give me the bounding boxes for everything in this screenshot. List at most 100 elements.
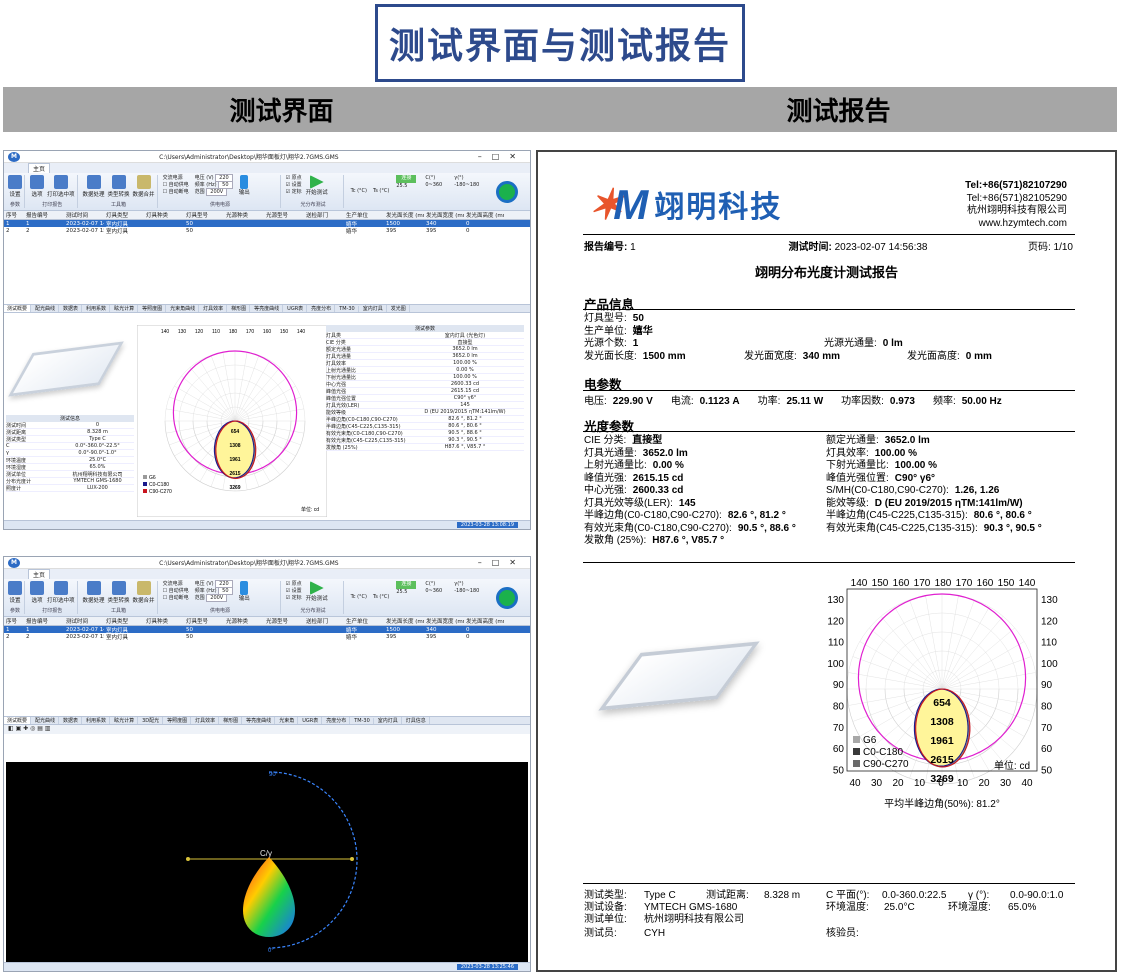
table-row[interactable]: 112023-02-07 14:56:38室内灯具50嬉华15003400 bbox=[4, 220, 530, 228]
view-toolbar[interactable]: ◧ ▣ ✚ ◎ ▤ ▥ bbox=[4, 725, 530, 734]
column-header[interactable]: 灯具型号 bbox=[184, 211, 224, 219]
setup-checkbox[interactable]: ☑ 设置 bbox=[286, 182, 302, 189]
settings-button[interactable]: 设置 bbox=[8, 175, 22, 198]
tab-home[interactable]: 主页 bbox=[28, 162, 51, 174]
range-input-2[interactable]: 200V bbox=[206, 594, 228, 602]
origin-checkbox[interactable]: ☑ 原点 bbox=[286, 175, 302, 182]
print-selected-button[interactable]: 打印选中项 bbox=[47, 175, 75, 198]
column-header[interactable]: 发光面高度 (mm) bbox=[464, 617, 504, 625]
column-header[interactable]: 光源种类 bbox=[224, 617, 264, 625]
print-selected-button-2[interactable]: 打印选中项 bbox=[47, 581, 75, 604]
result-tab[interactable]: 光束角 bbox=[276, 717, 299, 724]
result-tab[interactable]: 等照度图 bbox=[139, 305, 167, 312]
type-convert-button[interactable]: 类型转换 bbox=[108, 175, 130, 198]
output-button[interactable]: 输出 bbox=[239, 175, 250, 197]
column-header[interactable]: 送检部门 bbox=[304, 211, 344, 219]
column-header[interactable]: 光源种类 bbox=[224, 211, 264, 219]
start-test-button[interactable]: 开始测试 bbox=[306, 175, 328, 197]
data-merge-button[interactable]: 数据合并 bbox=[133, 175, 155, 198]
column-header[interactable]: 送检部门 bbox=[304, 617, 344, 625]
result-tab[interactable]: 灯具信息 bbox=[403, 717, 430, 724]
table-row[interactable]: 112023-02-07 14:56:38室内灯具50嬉华15003400 bbox=[4, 626, 530, 634]
result-tab[interactable]: 眩光计算 bbox=[111, 305, 139, 312]
auto-off-checkbox-2[interactable]: ☐ 自动断电 bbox=[163, 595, 189, 602]
window-controls[interactable]: –□✕ bbox=[478, 152, 526, 161]
power-select[interactable]: 交流电源 bbox=[163, 175, 189, 182]
origin-checkbox-2[interactable]: ☑ 原点 bbox=[286, 581, 302, 588]
options-button[interactable]: 选项 bbox=[30, 175, 44, 198]
result-tab[interactable]: 数据表 bbox=[60, 717, 83, 724]
data-merge-button-2[interactable]: 数据合并 bbox=[133, 581, 155, 604]
result-tab[interactable]: 利用系数 bbox=[83, 717, 111, 724]
setup-checkbox-2[interactable]: ☑ 设置 bbox=[286, 588, 302, 595]
result-tab[interactable]: 测试概要 bbox=[4, 717, 32, 724]
column-header[interactable]: 发光面长度 (mm) bbox=[384, 211, 424, 219]
result-tab[interactable]: 室内灯具 bbox=[375, 717, 402, 724]
column-header[interactable]: 光源型号 bbox=[264, 617, 304, 625]
3d-view[interactable]: 90° C/γ 0° bbox=[6, 762, 528, 962]
auto-power-checkbox[interactable]: ☐ 自动供电 bbox=[163, 182, 189, 189]
result-tab[interactable]: 发光图 bbox=[388, 305, 410, 312]
table-row[interactable]: 2 2 2023-02-07 15:10:30室内灯具 50 嬉华 395 395 0 bbox=[4, 227, 530, 235]
column-header[interactable]: 灯具种类 bbox=[144, 617, 184, 625]
result-tab[interactable]: 配光曲线 bbox=[32, 717, 60, 724]
result-tab[interactable]: 等照度图 bbox=[164, 717, 192, 724]
column-header[interactable]: 发光面宽度 (mm) bbox=[424, 211, 464, 219]
result-tab[interactable]: 室内灯具 bbox=[360, 305, 387, 312]
result-tab[interactable]: 眩光计算 bbox=[111, 717, 139, 724]
result-tab[interactable]: TM-30 bbox=[351, 717, 374, 724]
column-header[interactable]: 测试时间 bbox=[64, 211, 104, 219]
column-header[interactable]: 生产单位 bbox=[344, 617, 384, 625]
column-header[interactable]: 序号 bbox=[4, 617, 24, 625]
type-convert-button-2[interactable]: 类型转换 bbox=[108, 581, 130, 604]
column-header[interactable]: 灯具类型 bbox=[104, 617, 144, 625]
result-tab[interactable]: 光束角曲线 bbox=[167, 305, 200, 312]
table-row[interactable]: 2 2 2023-02-07 15:10:30室内灯具 50 嬉华 395 395 0 bbox=[4, 633, 530, 641]
run-status-icon-2[interactable] bbox=[496, 587, 518, 609]
result-tab[interactable]: 梯形图 bbox=[220, 717, 243, 724]
range-input[interactable]: 200V bbox=[206, 188, 228, 196]
calibrate-checkbox-2[interactable]: ☑ 定标 bbox=[286, 595, 302, 602]
auto-power-checkbox-2[interactable]: ☐ 自动供电 bbox=[163, 588, 189, 595]
result-tab[interactable]: 灯具效率 bbox=[200, 305, 228, 312]
column-header[interactable]: 序号 bbox=[4, 211, 24, 219]
column-header[interactable]: 光源型号 bbox=[264, 211, 304, 219]
column-header[interactable]: 报告编号 bbox=[24, 211, 64, 219]
result-tab[interactable]: TM-30 bbox=[336, 305, 359, 312]
result-tab[interactable]: 亮度分布 bbox=[308, 305, 336, 312]
result-tab[interactable]: UGR表 bbox=[284, 305, 308, 312]
column-header[interactable]: 灯具型号 bbox=[184, 617, 224, 625]
start-test-button-2[interactable]: 开始测试 bbox=[306, 581, 328, 603]
column-header[interactable]: 灯具种类 bbox=[144, 211, 184, 219]
run-status-icon[interactable] bbox=[496, 181, 518, 203]
result-tab[interactable]: 亮度分布 bbox=[323, 717, 351, 724]
column-header[interactable]: 报告编号 bbox=[24, 617, 64, 625]
auto-off-checkbox[interactable]: ☐ 自动断电 bbox=[163, 189, 189, 196]
column-header[interactable]: 发光面长度 (mm) bbox=[384, 617, 424, 625]
info-row: C 0.0°-360.0°-22.5° bbox=[6, 443, 134, 450]
column-header[interactable]: 生产单位 bbox=[344, 211, 384, 219]
column-header[interactable]: 灯具类型 bbox=[104, 211, 144, 219]
power-select-2[interactable]: 交流电源 bbox=[163, 581, 189, 588]
column-header[interactable]: 发光面宽度 (mm) bbox=[424, 617, 464, 625]
output-button-2[interactable]: 输出 bbox=[239, 581, 250, 603]
data-process-button-2[interactable]: 数据处理 bbox=[83, 581, 105, 604]
result-tab[interactable]: 配光曲线 bbox=[32, 305, 60, 312]
result-tab[interactable]: 等亮度曲线 bbox=[243, 717, 276, 724]
result-tab[interactable]: 测试概要 bbox=[4, 305, 32, 312]
result-tab[interactable]: 利用系数 bbox=[83, 305, 111, 312]
result-tab[interactable]: 灯具效率 bbox=[192, 717, 220, 724]
result-tab[interactable]: 等亮度曲线 bbox=[251, 305, 284, 312]
result-tab[interactable]: 3D配光 bbox=[139, 717, 164, 724]
data-process-button[interactable]: 数据处理 bbox=[83, 175, 105, 198]
tab-home-2[interactable]: 主页 bbox=[28, 568, 51, 580]
column-header[interactable]: 测试时间 bbox=[64, 617, 104, 625]
settings-button-2[interactable]: 设置 bbox=[8, 581, 22, 604]
column-header[interactable]: 发光面高度 (mm) bbox=[464, 211, 504, 219]
result-tab[interactable]: 梯形图 bbox=[228, 305, 251, 312]
options-button-2[interactable]: 选项 bbox=[30, 581, 44, 604]
result-tab[interactable]: 数据表 bbox=[60, 305, 83, 312]
window-controls-2[interactable]: –□✕ bbox=[478, 558, 526, 567]
result-tab[interactable]: UGR表 bbox=[299, 717, 323, 724]
calibrate-checkbox[interactable]: ☑ 定标 bbox=[286, 189, 302, 196]
